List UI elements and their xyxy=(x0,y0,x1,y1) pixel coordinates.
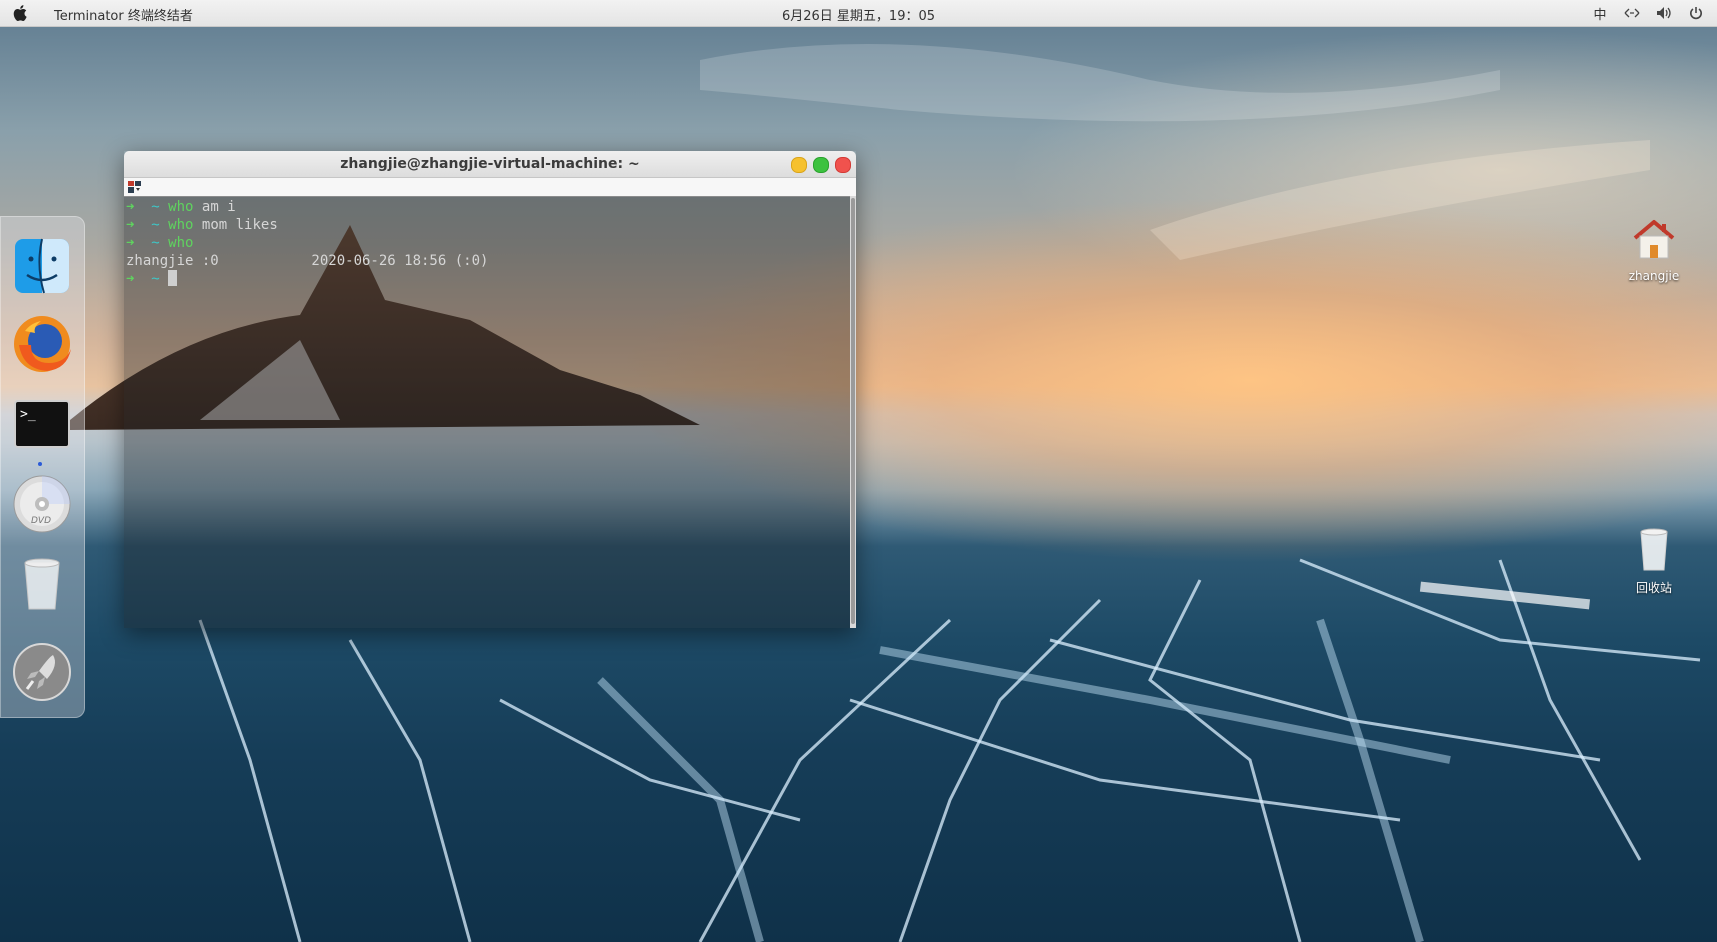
command-line: ➜ ~ who mom likes xyxy=(126,217,278,233)
terminal-toolbar xyxy=(124,178,856,197)
scrollbar-thumb[interactable] xyxy=(851,198,855,624)
home-folder-icon xyxy=(1633,220,1675,259)
apple-icon[interactable] xyxy=(12,3,30,23)
system-tray: 中 xyxy=(1591,3,1705,23)
power-icon[interactable] xyxy=(1687,3,1705,23)
svg-text:>_: >_ xyxy=(20,407,36,422)
window-title-wrap: zhangjie@zhangjie-virtual-machine: ~ xyxy=(124,156,856,172)
dock-item-terminal[interactable]: >_ xyxy=(11,393,73,455)
finder-icon xyxy=(15,238,69,294)
text-cursor xyxy=(168,270,178,286)
desktop-trash[interactable]: 回收站 xyxy=(1614,524,1694,596)
current-prompt: ➜ ~ xyxy=(126,270,850,288)
command-line: ➜ ~ who xyxy=(126,235,194,251)
clock-area: 6月26日 星期五，19：05 xyxy=(0,5,1717,24)
network-icon[interactable] xyxy=(1623,3,1641,23)
scrollbar[interactable] xyxy=(850,196,856,628)
running-indicator xyxy=(38,462,42,466)
active-app-title[interactable]: Terminator 终端终结者 xyxy=(54,5,193,24)
trash-icon xyxy=(24,558,60,610)
window-title: zhangjie@zhangjie-virtual-machine: ~ xyxy=(340,156,640,172)
volume-icon[interactable] xyxy=(1655,3,1673,23)
desktop-home-label: zhangjie xyxy=(1628,269,1680,283)
input-method-indicator[interactable]: 中 xyxy=(1591,3,1609,23)
dock-item-dvd[interactable]: DVD xyxy=(11,473,73,535)
date-time[interactable]: 6月26日 星期五，19：05 xyxy=(782,9,935,24)
firefox-icon xyxy=(14,316,71,372)
close-button[interactable] xyxy=(835,157,851,173)
dock: >_ DVD xyxy=(0,216,85,718)
dvd-icon: DVD xyxy=(13,475,71,533)
maximize-button[interactable] xyxy=(813,157,829,173)
terminal-icon: >_ xyxy=(14,400,70,448)
terminator-menu-icon[interactable] xyxy=(128,181,141,193)
rocket-icon xyxy=(13,643,71,701)
minimize-button[interactable] xyxy=(791,157,807,173)
terminal-output[interactable]: ➜ ~ who am i ➜ ~ who mom likes ➜ ~ who z… xyxy=(124,196,850,628)
dock-item-trash[interactable] xyxy=(11,553,73,615)
trash-icon xyxy=(1640,528,1668,571)
top-menu-bar: Terminator 终端终结者 6月26日 星期五，19：05 中 xyxy=(0,0,1717,27)
terminal-window: zhangjie@zhangjie-virtual-machine: ~ ➜ ~… xyxy=(124,151,856,628)
dock-item-launchpad[interactable] xyxy=(11,641,73,703)
dock-item-finder[interactable] xyxy=(11,235,73,297)
desktop-home-folder[interactable]: zhangjie xyxy=(1614,214,1694,283)
dock-item-firefox[interactable] xyxy=(11,313,73,375)
desktop-trash-label: 回收站 xyxy=(1635,581,1672,595)
svg-text:DVD: DVD xyxy=(31,516,51,526)
command-line: ➜ ~ who am i xyxy=(126,199,236,215)
command-output: zhangjie :0 2020-06-26 18:56 (:0) xyxy=(126,253,489,269)
window-titlebar[interactable]: zhangjie@zhangjie-virtual-machine: ~ xyxy=(124,151,856,178)
